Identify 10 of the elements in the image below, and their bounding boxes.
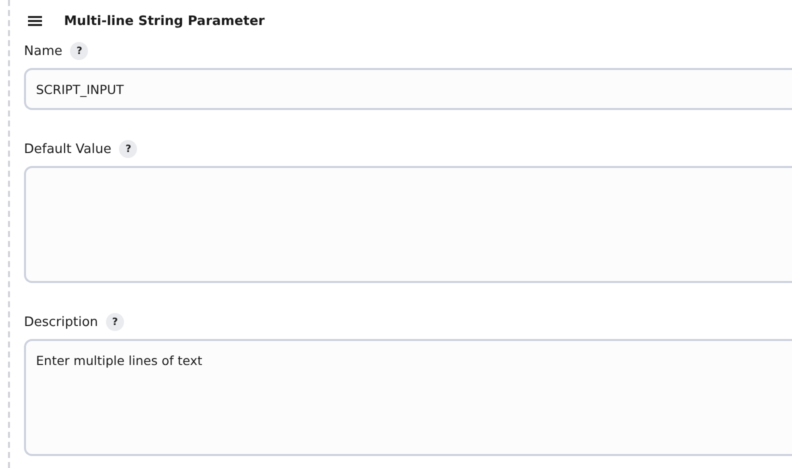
- help-button[interactable]: ?: [119, 140, 138, 158]
- field-label: Default Value: [24, 142, 112, 156]
- text-area[interactable]: Enter multiple lines of text: [24, 339, 792, 456]
- section-title: Multi-line String Parameter: [64, 14, 265, 28]
- input-field[interactable]: SCRIPT_INPUT: [24, 68, 792, 110]
- help-button[interactable]: ?: [70, 42, 88, 60]
- field-label: Description: [24, 314, 98, 330]
- help-button[interactable]: ?: [106, 313, 124, 331]
- menu-icon[interactable]: [28, 16, 42, 26]
- field-label: Name: [24, 44, 62, 58]
